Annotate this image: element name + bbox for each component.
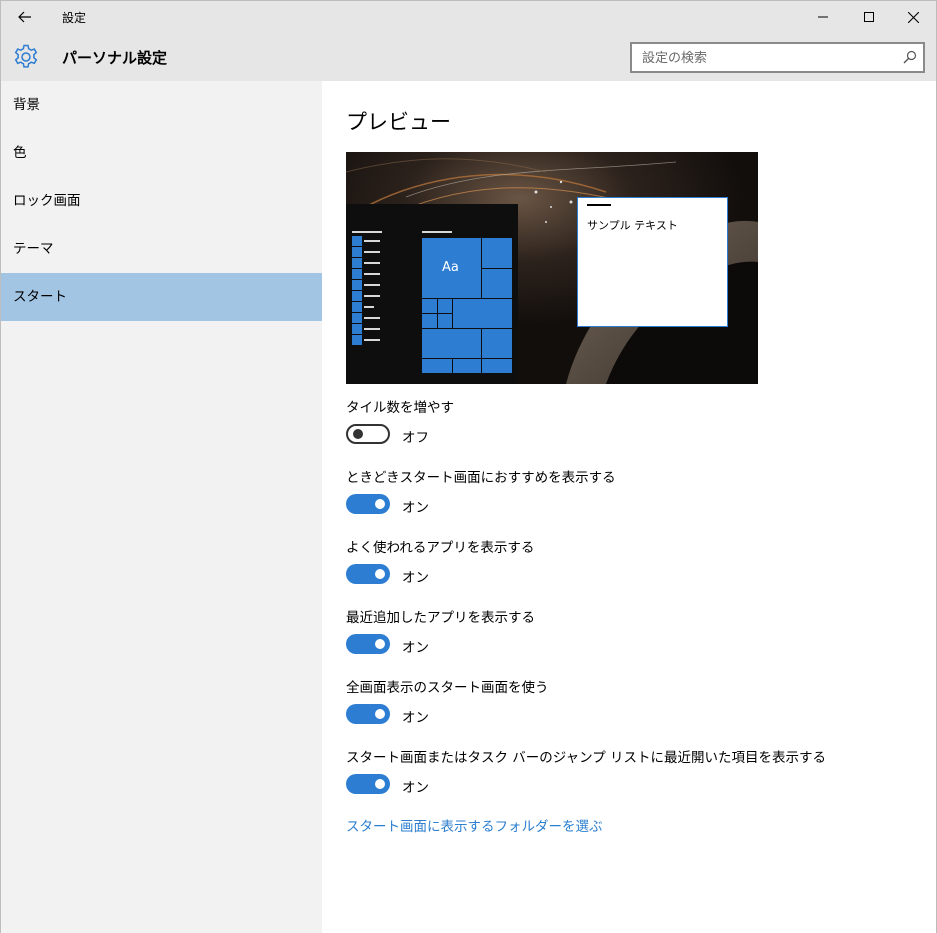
tile-divider xyxy=(481,268,512,269)
toggle-knob xyxy=(375,499,385,509)
tile-divider xyxy=(422,298,512,299)
preview-rail-line xyxy=(364,240,380,242)
tile-divider xyxy=(422,358,512,359)
gear-icon xyxy=(14,44,38,68)
preview-rail-line xyxy=(364,284,380,286)
minimize-icon xyxy=(818,16,828,18)
minimize-button[interactable] xyxy=(800,1,846,33)
tile-divider xyxy=(452,298,453,328)
search-input[interactable] xyxy=(642,48,892,68)
preview-rail-square xyxy=(352,247,362,257)
back-button[interactable] xyxy=(3,1,47,33)
jump-list-state: オン xyxy=(402,780,429,796)
tile-divider xyxy=(452,358,453,373)
preview-rail-line xyxy=(364,251,380,253)
suggestions-state: オン xyxy=(402,500,429,516)
choose-folders-link[interactable]: スタート画面に表示するフォルダーを選ぶ xyxy=(346,815,603,835)
close-button[interactable] xyxy=(890,1,936,33)
sidebar-item-theme[interactable]: テーマ xyxy=(1,225,322,273)
window-title: 設定 xyxy=(62,11,87,25)
sample-title-bar xyxy=(587,204,611,206)
most-used-toggle[interactable] xyxy=(346,564,390,584)
preview-rail-square xyxy=(352,324,362,334)
settings-window: 設定 パーソナル設定 背景 色 ロック画面 xyxy=(0,0,937,933)
preview-rail-line xyxy=(364,339,380,341)
preview-rail-square xyxy=(352,236,362,246)
search-box[interactable] xyxy=(630,42,925,73)
setting-full-screen-label: 全画面表示のスタート画面を使う xyxy=(346,680,549,696)
main-content: プレビュー Aa サンプル テキスト タイル数を増やす オフ ときどきスタート画… xyxy=(322,81,936,933)
sidebar-item-background[interactable]: 背景 xyxy=(1,81,322,129)
search-icon[interactable] xyxy=(903,50,917,64)
title-bar: 設定 xyxy=(1,1,936,33)
setting-jump-list-label: スタート画面またはタスク バーのジャンプ リストに最近開いた項目を表示する xyxy=(346,750,827,766)
tile-divider xyxy=(422,328,512,329)
preview-sample-window: サンプル テキスト xyxy=(577,197,728,327)
back-arrow-icon xyxy=(18,11,31,23)
section-title: プレビュー xyxy=(346,110,451,134)
preview-rail-square xyxy=(352,335,362,345)
sample-text: サンプル テキスト xyxy=(587,219,678,232)
recently-added-toggle[interactable] xyxy=(346,634,390,654)
preview-rail-header xyxy=(352,231,382,233)
preview-rail-line xyxy=(364,328,380,330)
sidebar-item-lock-screen[interactable]: ロック画面 xyxy=(1,177,322,225)
setting-most-used-label: よく使われるアプリを表示する xyxy=(346,540,535,556)
preview-rail-line xyxy=(364,273,380,275)
most-used-state: オン xyxy=(402,570,429,586)
preview-rail-square xyxy=(352,302,362,312)
header: パーソナル設定 xyxy=(1,33,936,81)
recently-added-state: オン xyxy=(402,640,429,656)
maximize-button[interactable] xyxy=(846,1,892,33)
preview-tile-label: Aa xyxy=(442,260,459,275)
page-heading: パーソナル設定 xyxy=(62,49,168,67)
maximize-icon xyxy=(864,12,874,22)
toggle-knob xyxy=(375,639,385,649)
setting-more-tiles-label: タイル数を増やす xyxy=(346,400,454,416)
preview-start-menu: Aa xyxy=(346,204,518,384)
start-preview: Aa サンプル テキスト xyxy=(346,152,758,384)
setting-suggestions-label: ときどきスタート画面におすすめを表示する xyxy=(346,470,616,486)
preview-rail-line xyxy=(364,317,380,319)
toggle-knob xyxy=(353,429,363,439)
full-screen-state: オン xyxy=(402,710,429,726)
toggle-knob xyxy=(375,779,385,789)
preview-rail-square xyxy=(352,313,362,323)
sidebar-item-start[interactable]: スタート xyxy=(1,273,322,321)
close-icon xyxy=(907,11,919,23)
suggestions-toggle[interactable] xyxy=(346,494,390,514)
preview-rail-line xyxy=(364,262,380,264)
preview-rail-line xyxy=(364,306,374,308)
preview-rail-square xyxy=(352,291,362,301)
setting-recently-added-label: 最近追加したアプリを表示する xyxy=(346,610,535,626)
preview-tiles: Aa xyxy=(422,238,512,373)
preview-tiles-header xyxy=(422,231,452,233)
preview-rail-square xyxy=(352,269,362,279)
preview-rail-square xyxy=(352,280,362,290)
more-tiles-toggle[interactable] xyxy=(346,424,390,444)
tile-divider xyxy=(481,358,482,373)
sidebar: 背景 色 ロック画面 テーマ スタート xyxy=(1,81,322,933)
jump-list-toggle[interactable] xyxy=(346,774,390,794)
toggle-knob xyxy=(375,569,385,579)
full-screen-toggle[interactable] xyxy=(346,704,390,724)
sidebar-item-color[interactable]: 色 xyxy=(1,129,322,177)
tile-divider xyxy=(422,313,452,314)
more-tiles-state: オフ xyxy=(402,430,429,446)
preview-rail-square xyxy=(352,258,362,268)
toggle-knob xyxy=(375,709,385,719)
preview-rail-line xyxy=(364,295,380,297)
tile-divider xyxy=(481,328,482,358)
